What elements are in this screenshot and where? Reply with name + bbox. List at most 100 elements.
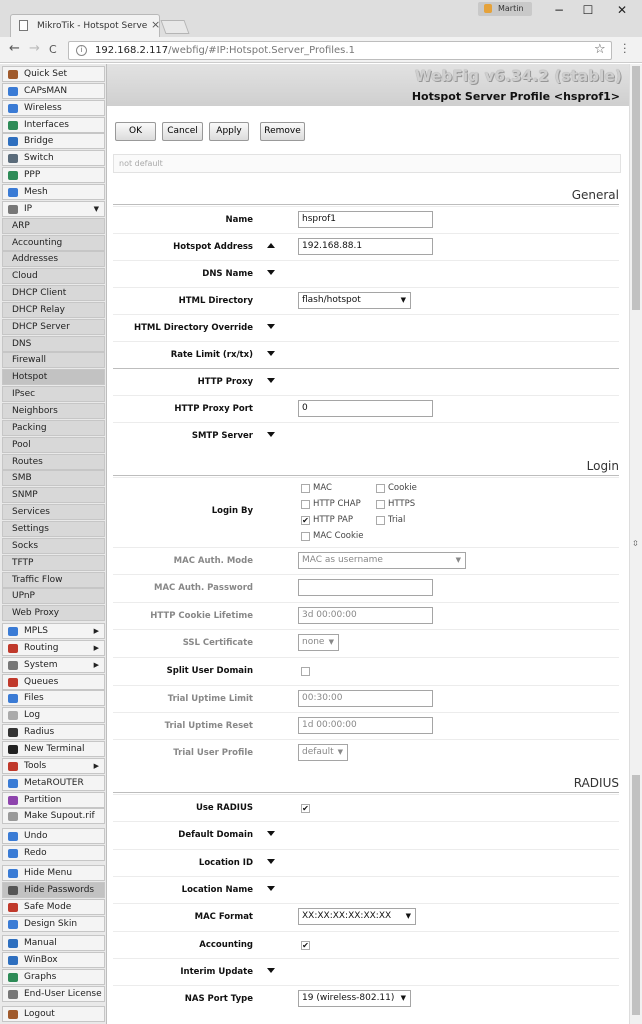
login-http-chap-checkbox[interactable] <box>301 500 310 509</box>
sidebar-item-routes[interactable]: Routes <box>2 453 105 470</box>
sidebar-item-ipsec[interactable]: IPsec <box>2 386 105 403</box>
sidebar-item-logout[interactable]: Logout <box>2 1005 105 1022</box>
url-field[interactable]: i 192.168.2.117/webfig/#IP:Hotspot.Serve… <box>68 41 612 60</box>
back-icon[interactable]: ← <box>9 41 20 56</box>
sidebar-item-undo[interactable]: Undo <box>2 828 105 845</box>
sidebar-item-snmp[interactable]: SNMP <box>2 487 105 504</box>
use-radius-checkbox[interactable]: ✔ <box>301 804 310 813</box>
sidebar-item-smb[interactable]: SMB <box>2 470 105 487</box>
scrollbar-thumb-top[interactable] <box>632 66 640 310</box>
sidebar-item-interfaces[interactable]: Interfaces <box>2 116 105 133</box>
expand-arrow-icon[interactable] <box>267 324 275 329</box>
sidebar-item-socks[interactable]: Socks <box>2 537 105 554</box>
collapse-arrow-icon[interactable] <box>267 243 275 248</box>
sidebar-item-files[interactable]: Files <box>2 690 105 707</box>
close-tab-icon[interactable]: × <box>151 18 160 31</box>
sidebar-item-routing[interactable]: Routing ▶ <box>2 639 105 656</box>
sidebar-item-make-supout-rif[interactable]: Make Supout.rif <box>2 808 105 825</box>
cancel-button[interactable]: Cancel <box>162 122 203 141</box>
sidebar-item-quick-set[interactable]: Quick Set <box>2 66 105 82</box>
trial-uptime-reset-input[interactable]: 1d 00:00:00 <box>298 717 433 734</box>
bookmark-star-icon[interactable]: ☆ <box>594 42 606 57</box>
trial-uptime-limit-input[interactable]: 00:30:00 <box>298 690 433 707</box>
expand-arrow-icon[interactable] <box>267 831 275 836</box>
sidebar-item-new-terminal[interactable]: New Terminal <box>2 741 105 757</box>
page-scrollbar[interactable]: ⇳ <box>629 64 642 1024</box>
sidebar-item-wireless[interactable]: Wireless <box>2 99 105 116</box>
sidebar-item-end-user-license[interactable]: End-User License <box>2 985 105 1002</box>
sidebar-item-mpls[interactable]: MPLS ▶ <box>2 623 105 640</box>
sidebar-item-firewall[interactable]: Firewall <box>2 352 105 369</box>
login-cookie-checkbox[interactable] <box>376 484 385 493</box>
maximize-button[interactable]: ☐ <box>574 2 602 18</box>
expand-arrow-icon[interactable] <box>267 886 275 891</box>
sidebar-item-hotspot[interactable]: Hotspot <box>2 369 105 386</box>
sidebar-item-queues[interactable]: Queues <box>2 673 105 690</box>
sidebar-item-system[interactable]: System ▶ <box>2 656 105 673</box>
reload-icon[interactable]: C <box>49 43 57 56</box>
sidebar-item-ip[interactable]: IP ▼ <box>2 200 105 217</box>
profile-button[interactable]: Martin <box>478 2 532 16</box>
sidebar-item-dhcp-relay[interactable]: DHCP Relay <box>2 301 105 318</box>
html-directory-select[interactable]: flash/hotspot ▼ <box>298 292 411 309</box>
sidebar-item-upnp[interactable]: UPnP <box>2 588 105 605</box>
login-mac-checkbox[interactable] <box>301 484 310 493</box>
name-input[interactable]: hsprof1 <box>298 211 433 228</box>
hotspot-address-input[interactable]: 192.168.88.1 <box>298 238 433 255</box>
close-window-button[interactable]: ✕ <box>608 2 636 18</box>
mac-format-select[interactable]: XX:XX:XX:XX:XX:XX ▼ <box>298 908 416 925</box>
sidebar-item-dhcp-server[interactable]: DHCP Server <box>2 318 105 335</box>
minimize-button[interactable]: − <box>545 2 573 18</box>
login-mac-cookie-checkbox[interactable] <box>301 532 310 541</box>
expand-arrow-icon[interactable] <box>267 270 275 275</box>
nas-port-type-select[interactable]: 19 (wireless-802.11) ▼ <box>298 990 411 1007</box>
sidebar-item-dns[interactable]: DNS <box>2 335 105 352</box>
login-https-checkbox[interactable] <box>376 500 385 509</box>
sidebar-item-bridge[interactable]: Bridge <box>2 133 105 150</box>
sidebar-item-neighbors[interactable]: Neighbors <box>2 403 105 419</box>
sidebar-item-dhcp-client[interactable]: DHCP Client <box>2 285 105 302</box>
scrollbar-thumb-bottom[interactable] <box>632 775 640 1015</box>
sidebar-item-tftp[interactable]: TFTP <box>2 554 105 571</box>
expand-arrow-icon[interactable] <box>267 859 275 864</box>
ssl-certificate-select[interactable]: none ▼ <box>298 634 339 651</box>
expand-arrow-icon[interactable] <box>267 968 275 973</box>
sidebar-item-hide-passwords[interactable]: Hide Passwords <box>2 881 105 898</box>
expand-arrow-icon[interactable] <box>267 432 275 437</box>
mac-auth-password-input[interactable] <box>298 579 433 596</box>
sidebar-item-packing[interactable]: Packing <box>2 419 105 436</box>
sidebar-item-manual[interactable]: Manual <box>2 935 105 952</box>
sidebar-item-traffic-flow[interactable]: Traffic Flow <box>2 571 105 588</box>
mac-auth-mode-select[interactable]: MAC as username ▼ <box>298 552 466 569</box>
sidebar-item-accounting[interactable]: Accounting <box>2 234 105 251</box>
sidebar-item-switch[interactable]: Switch <box>2 150 105 167</box>
sidebar-item-safe-mode[interactable]: Safe Mode <box>2 898 105 915</box>
sidebar-item-design-skin[interactable]: Design Skin <box>2 915 105 932</box>
new-tab-button[interactable] <box>160 20 190 34</box>
browser-menu-icon[interactable]: · · · <box>623 39 627 58</box>
sidebar-item-tools[interactable]: Tools ▶ <box>2 757 105 774</box>
expand-arrow-icon[interactable] <box>267 351 275 356</box>
sidebar-item-cloud[interactable]: Cloud <box>2 268 105 285</box>
remove-button[interactable]: Remove <box>260 122 305 141</box>
sidebar-item-pool[interactable]: Pool <box>2 436 105 453</box>
sidebar-item-metarouter[interactable]: MetaROUTER <box>2 774 105 791</box>
sidebar-item-winbox[interactable]: WinBox <box>2 952 105 969</box>
sidebar-item-log[interactable]: Log <box>2 707 105 724</box>
sidebar-item-hide-menu[interactable]: Hide Menu <box>2 864 105 881</box>
login-trial-checkbox[interactable] <box>376 516 385 525</box>
info-icon[interactable]: i <box>76 45 87 56</box>
accounting-checkbox[interactable]: ✔ <box>301 941 310 950</box>
http-proxy-port-input[interactable]: 0 <box>298 400 433 417</box>
browser-tab[interactable]: MikroTik - Hotspot Serve × <box>10 14 160 37</box>
sidebar-item-radius[interactable]: Radius <box>2 724 105 741</box>
expand-arrow-icon[interactable] <box>267 378 275 383</box>
sidebar-item-partition[interactable]: Partition <box>2 791 105 808</box>
sidebar-item-redo[interactable]: Redo <box>2 845 105 862</box>
sidebar-item-addresses[interactable]: Addresses <box>2 251 105 268</box>
ok-button[interactable]: OK <box>115 122 156 141</box>
sidebar-item-services[interactable]: Services <box>2 504 105 521</box>
sidebar-item-graphs[interactable]: Graphs <box>2 969 105 986</box>
sidebar-item-arp[interactable]: ARP <box>2 217 105 234</box>
split-user-domain-checkbox[interactable] <box>301 667 310 676</box>
